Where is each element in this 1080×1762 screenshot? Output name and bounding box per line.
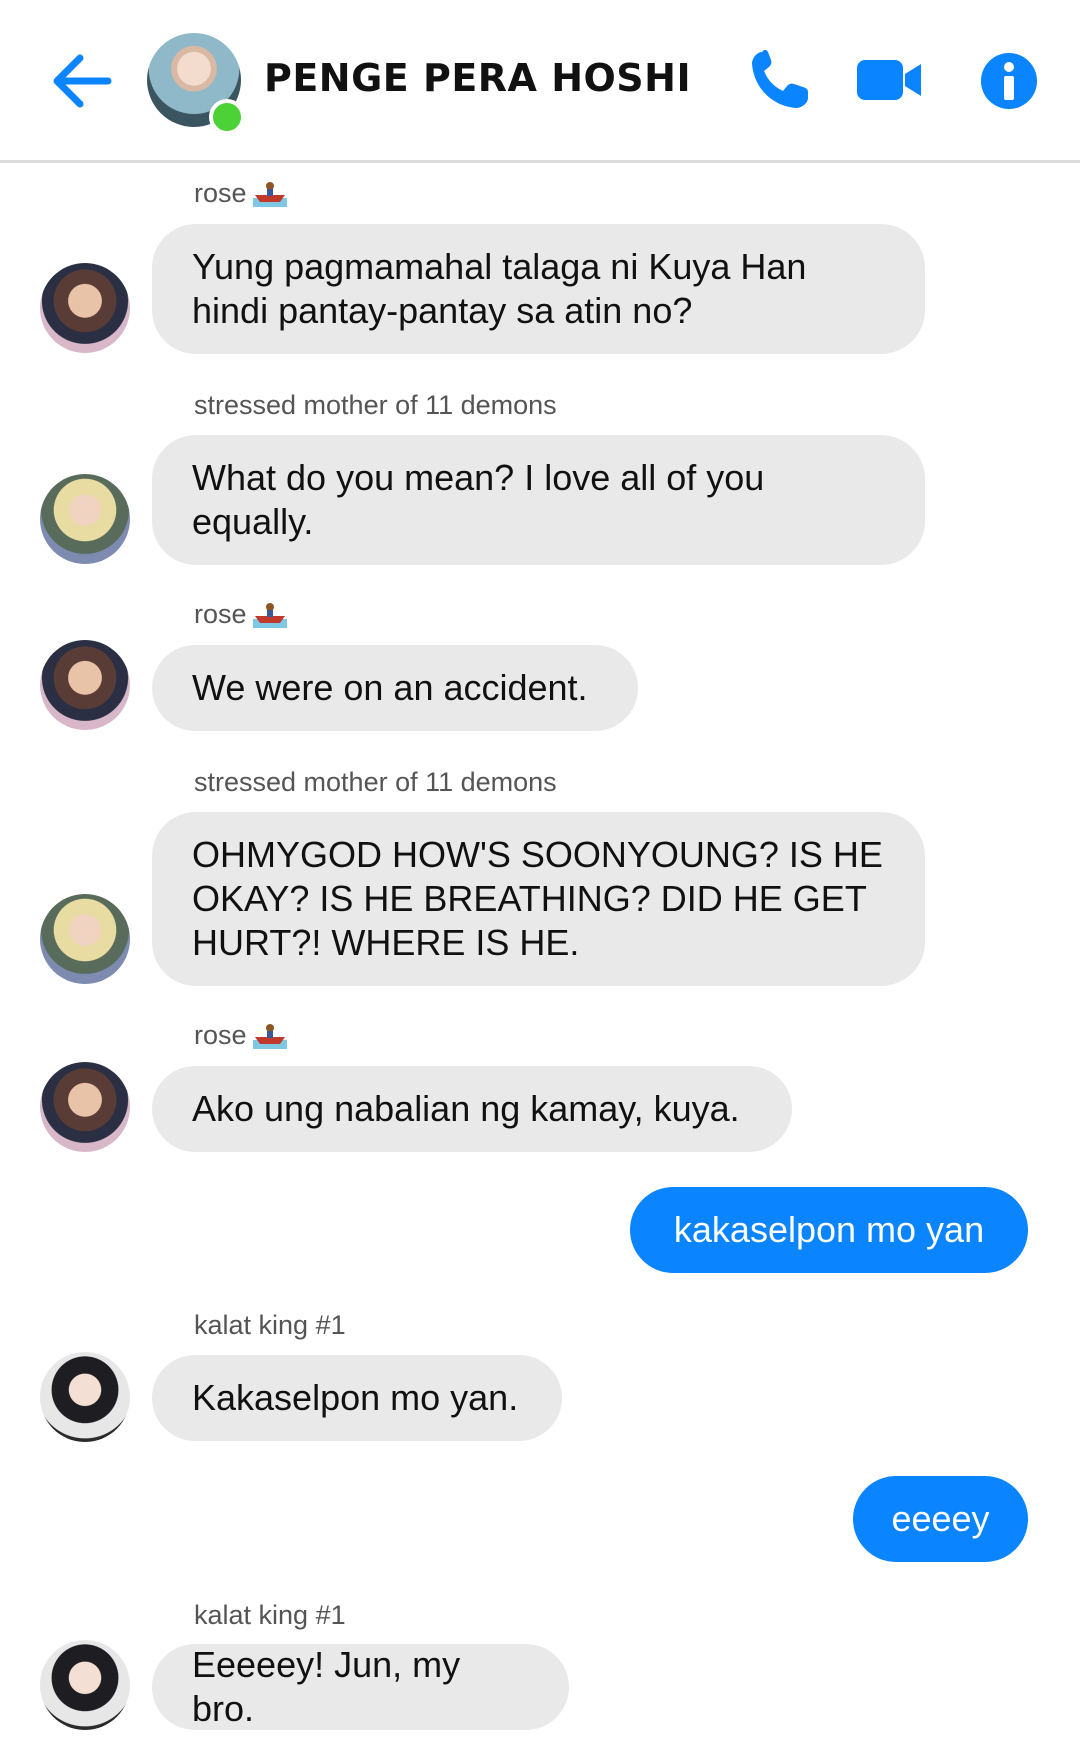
avatar-rose[interactable] [40, 263, 130, 353]
avatar-kalat-king[interactable] [40, 1352, 130, 1442]
sender-name: kalat king #1 [194, 1310, 346, 1340]
online-status-dot [209, 99, 245, 135]
chat-header: PENGE PERA HOSHI [0, 0, 1080, 163]
message-bubble[interactable]: Yung pagmamahal talaga ni Kuya Han hindi… [152, 224, 925, 354]
message-bubble[interactable]: Eeeeey! Jun, my bro. [152, 1644, 569, 1730]
message-bubble[interactable]: We were on an accident. [152, 645, 638, 731]
info-icon[interactable] [980, 52, 1038, 110]
avatar-mother[interactable] [40, 474, 130, 564]
message-bubble[interactable]: OHMYGOD HOW'S SOONYOUNG? IS HE OKAY? IS … [152, 812, 925, 986]
message-bubble[interactable]: Kakaselpon mo yan. [152, 1355, 562, 1441]
rowboat-icon [252, 603, 287, 628]
outgoing-message-bubble[interactable]: eeeey [853, 1476, 1028, 1562]
sender-name: stressed mother of 11 demons [194, 390, 557, 420]
outgoing-message-bubble[interactable]: kakaselpon mo yan [630, 1187, 1028, 1273]
sender-name: rose [194, 178, 287, 209]
sender-name: kalat king #1 [194, 1600, 346, 1630]
sender-name: rose [194, 1020, 287, 1051]
avatar-rose[interactable] [40, 640, 130, 730]
sender-name: rose [194, 599, 287, 630]
rowboat-icon [252, 182, 287, 207]
phone-icon[interactable] [748, 48, 810, 112]
back-arrow-icon[interactable] [50, 52, 112, 110]
sender-name: stressed mother of 11 demons [194, 767, 557, 797]
chat-title[interactable]: PENGE PERA HOSHI [264, 56, 691, 100]
avatar-mother[interactable] [40, 894, 130, 984]
avatar-kalat-king[interactable] [40, 1640, 130, 1730]
message-bubble[interactable]: What do you mean? I love all of you equa… [152, 435, 925, 565]
message-bubble[interactable]: Ako ung nabalian ng kamay, kuya. [152, 1066, 792, 1152]
video-camera-icon[interactable] [855, 48, 923, 112]
rowboat-icon [252, 1024, 287, 1049]
avatar-rose[interactable] [40, 1062, 130, 1152]
